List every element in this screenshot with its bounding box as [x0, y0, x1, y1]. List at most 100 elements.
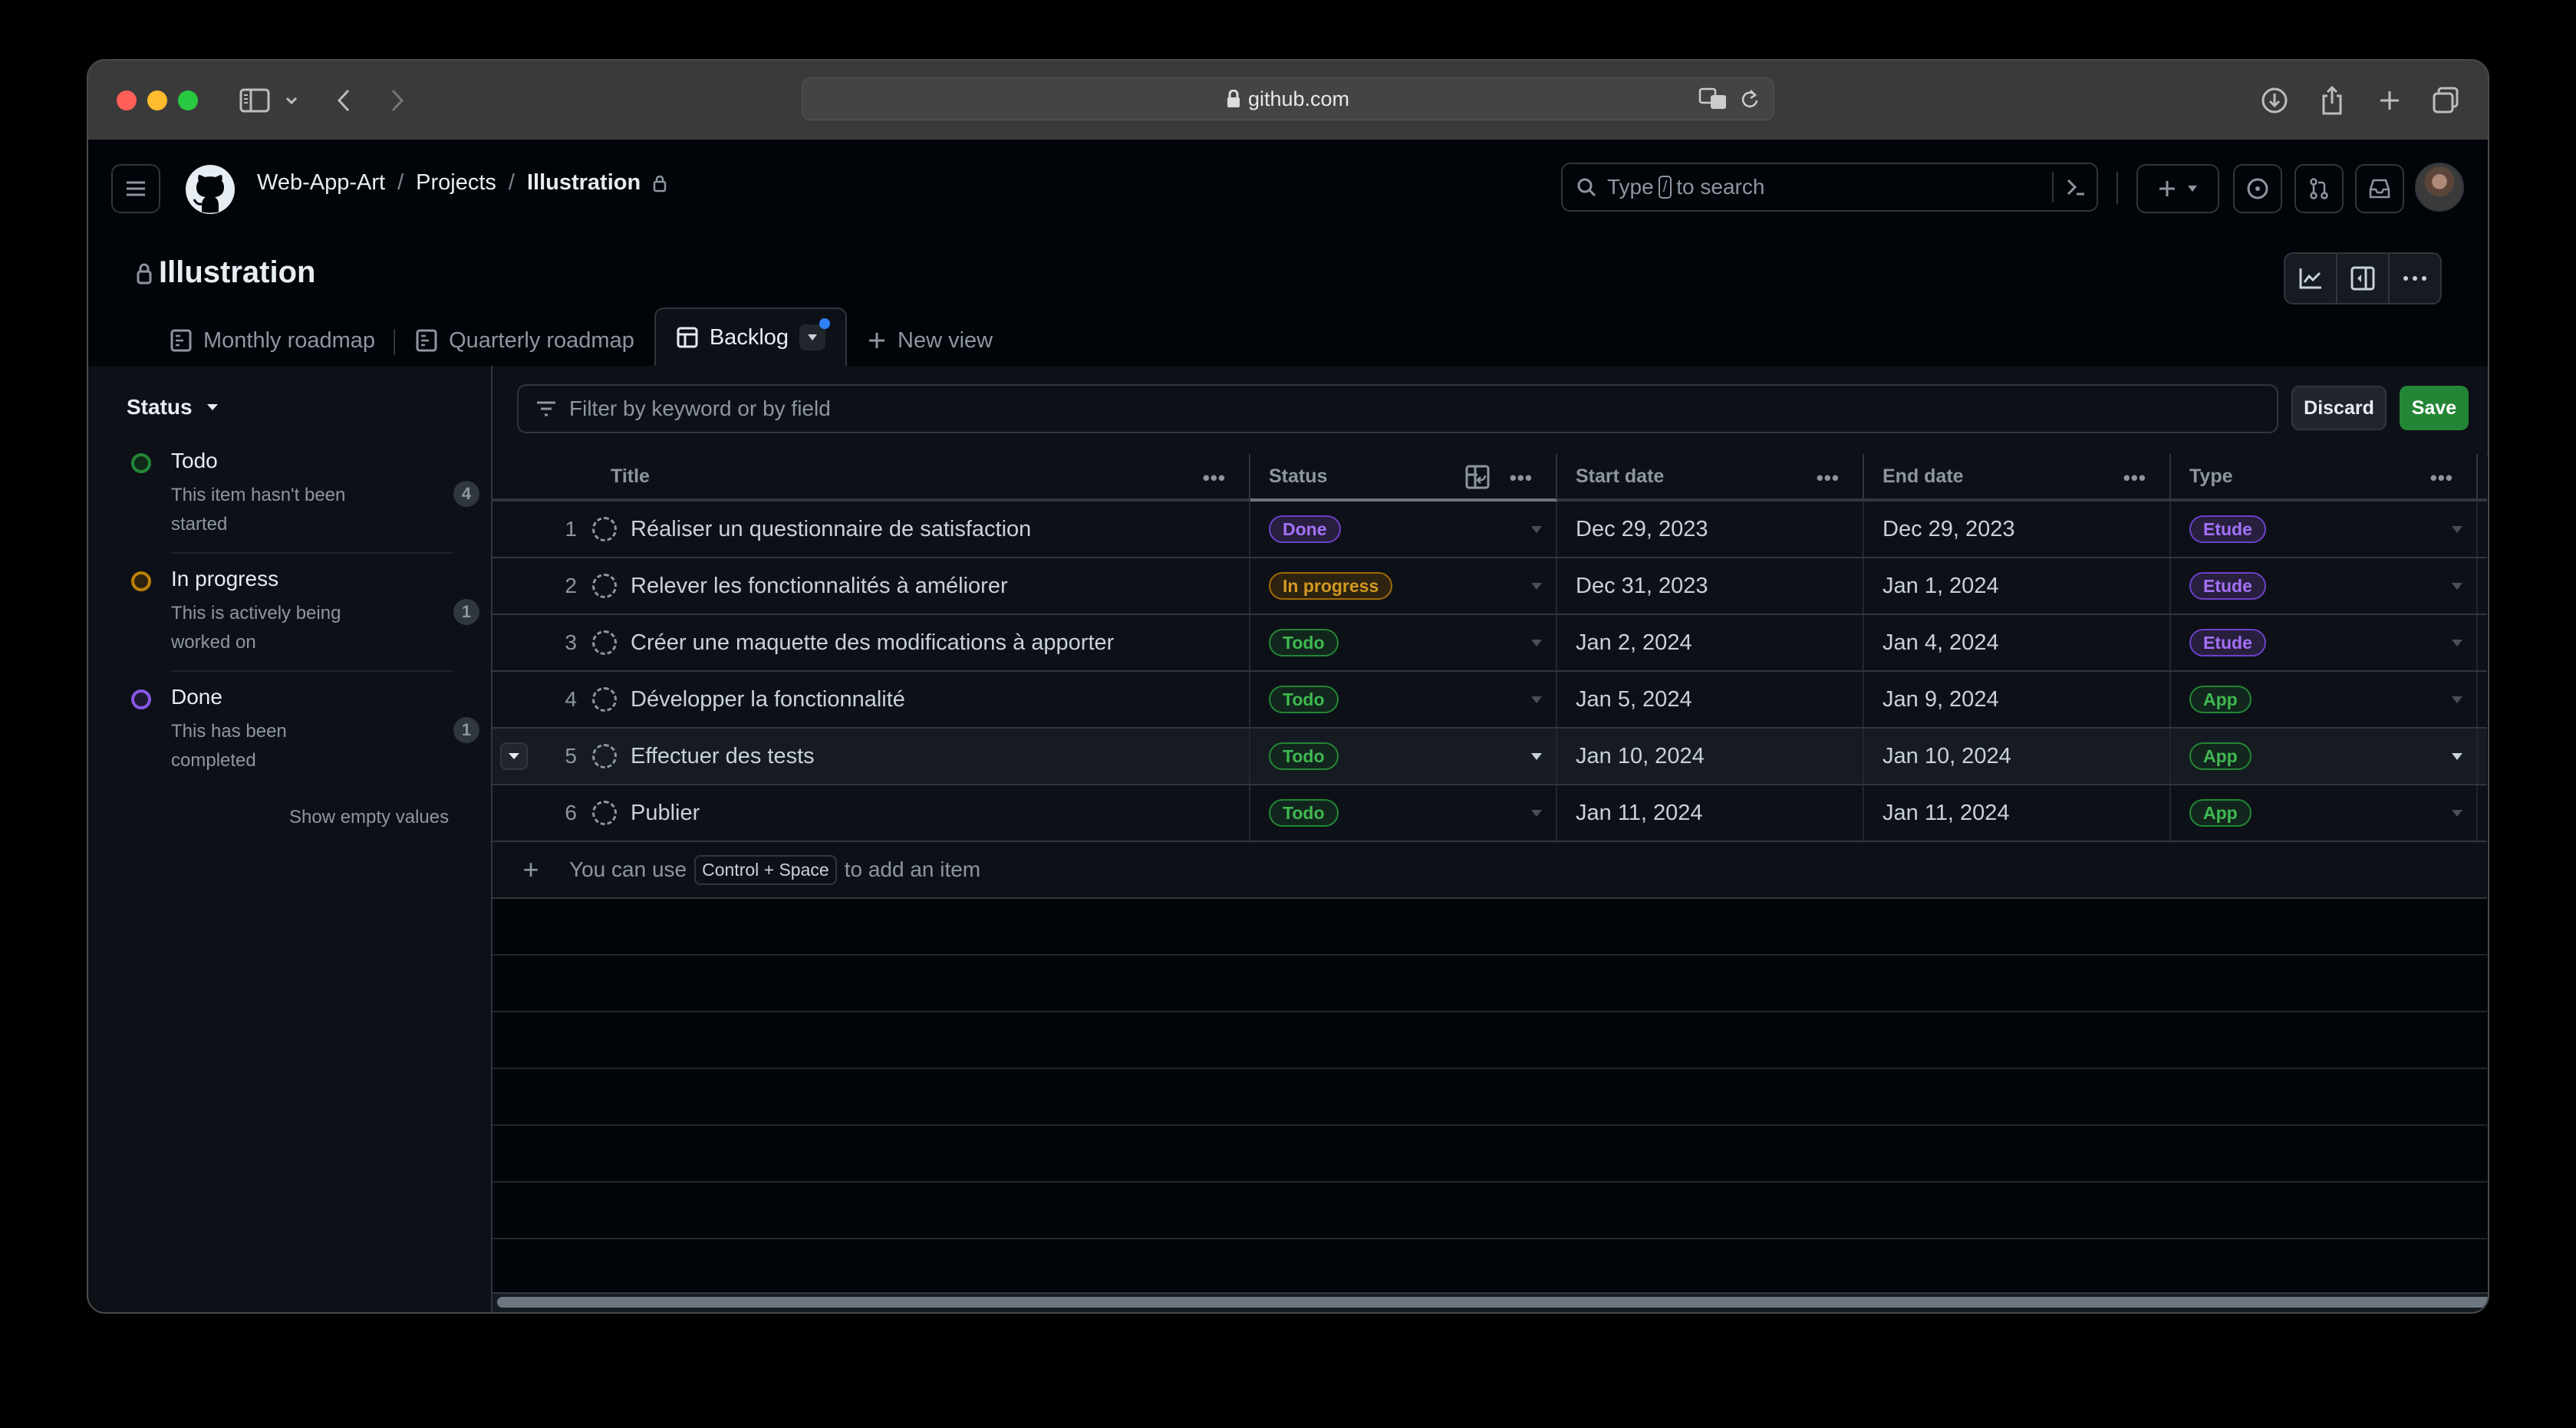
- command-palette-icon[interactable]: [2052, 172, 2086, 202]
- row-menu-button[interactable]: [500, 742, 528, 770]
- title-cell[interactable]: Développer la fonctionnalité: [592, 672, 1250, 727]
- tab-quarterly-roadmap[interactable]: Quarterly roadmap: [395, 314, 654, 367]
- reload-icon[interactable]: [1740, 87, 1760, 110]
- item-title[interactable]: Réaliser un questionnaire de satisfactio…: [631, 517, 1031, 542]
- create-new-button[interactable]: [2136, 164, 2219, 213]
- table-row[interactable]: 3 Créer une maquette des modifications à …: [492, 615, 2487, 672]
- title-cell[interactable]: Effectuer des tests: [592, 729, 1250, 784]
- add-item-row[interactable]: + You can use Control + Space to add an …: [492, 842, 2487, 899]
- caret-down-icon[interactable]: [1531, 696, 1542, 703]
- caret-down-icon[interactable]: [2452, 696, 2462, 703]
- title-cell[interactable]: Relever les fonctionnalités à améliorer: [592, 558, 1250, 614]
- type-cell[interactable]: Etude: [2171, 502, 2478, 557]
- column-header-end-date[interactable]: End date •••: [1864, 454, 2171, 498]
- horizontal-scrollbar[interactable]: [492, 1292, 2488, 1312]
- share-icon[interactable]: [2317, 84, 2347, 117]
- column-header-type[interactable]: Type •••: [2171, 454, 2478, 498]
- address-bar[interactable]: github.com: [802, 77, 1774, 120]
- minimize-window-button[interactable]: [147, 90, 167, 110]
- tab-backlog[interactable]: Backlog: [654, 308, 848, 367]
- github-logo-icon[interactable]: [185, 164, 236, 215]
- type-cell[interactable]: Etude: [2171, 615, 2478, 670]
- caret-down-icon[interactable]: [2452, 526, 2462, 533]
- new-tab-icon[interactable]: [2374, 84, 2405, 117]
- fullscreen-window-button[interactable]: [178, 90, 198, 110]
- caret-down-icon[interactable]: [2452, 810, 2462, 817]
- downloads-icon[interactable]: [2259, 84, 2290, 117]
- table-row[interactable]: 5 Effectuer des tests Todo Jan 10, 2024 Jan …: [492, 729, 2487, 785]
- menu-button[interactable]: [111, 164, 160, 213]
- type-cell[interactable]: App: [2171, 785, 2478, 841]
- tab-monthly-roadmap[interactable]: Monthly roadmap: [150, 314, 396, 367]
- type-cell[interactable]: App: [2171, 672, 2478, 727]
- project-more-button[interactable]: [2390, 254, 2440, 303]
- start-date-cell[interactable]: Jan 10, 2024: [1557, 729, 1864, 784]
- caret-down-icon[interactable]: [2452, 583, 2462, 590]
- filter-input[interactable]: Filter by keyword or by field: [517, 384, 2278, 433]
- sidebar-toggle-icon[interactable]: [238, 84, 272, 117]
- start-date-cell[interactable]: Jan 2, 2024: [1557, 615, 1864, 670]
- column-options-icon[interactable]: •••: [1203, 466, 1226, 490]
- show-empty-values-button[interactable]: Show empty values: [289, 807, 449, 828]
- status-cell[interactable]: Todo: [1250, 785, 1557, 841]
- column-options-icon[interactable]: •••: [1817, 466, 1840, 490]
- end-date-cell[interactable]: Jan 1, 2024: [1864, 558, 2171, 614]
- item-title[interactable]: Publier: [631, 801, 700, 826]
- item-title[interactable]: Créer une maquette des modifications à a…: [631, 630, 1114, 656]
- type-cell[interactable]: App: [2171, 729, 2478, 784]
- start-date-cell[interactable]: Jan 5, 2024: [1557, 672, 1864, 727]
- item-title[interactable]: Effectuer des tests: [631, 744, 815, 769]
- caret-down-icon[interactable]: [2452, 640, 2462, 647]
- close-window-button[interactable]: [117, 90, 137, 110]
- status-cell[interactable]: Todo: [1250, 672, 1557, 727]
- table-row[interactable]: 2 Relever les fonctionnalités à améliorer…: [492, 558, 2487, 615]
- breadcrumb-project[interactable]: Illustration: [527, 170, 641, 196]
- column-header-start-date[interactable]: Start date •••: [1557, 454, 1864, 498]
- title-cell[interactable]: Publier: [592, 785, 1250, 841]
- caret-down-icon[interactable]: [1531, 526, 1542, 533]
- column-header-title[interactable]: Title •••: [592, 454, 1250, 498]
- caret-down-icon[interactable]: [1531, 640, 1542, 647]
- inbox-button[interactable]: [2355, 164, 2404, 213]
- caret-down-icon[interactable]: [1531, 753, 1542, 760]
- item-title[interactable]: Développer la fonctionnalité: [631, 687, 905, 712]
- title-cell[interactable]: Créer une maquette des modifications à a…: [592, 615, 1250, 670]
- caret-down-icon[interactable]: [1531, 810, 1542, 817]
- insights-button[interactable]: [2285, 254, 2337, 303]
- type-cell[interactable]: Etude: [2171, 558, 2478, 614]
- column-options-icon[interactable]: •••: [1510, 466, 1533, 490]
- save-button[interactable]: Save: [2400, 386, 2469, 430]
- user-avatar[interactable]: [2415, 163, 2464, 212]
- group-by-dropdown[interactable]: Status: [127, 395, 219, 420]
- end-date-cell[interactable]: Jan 11, 2024: [1864, 785, 2171, 841]
- chevron-down-icon[interactable]: [282, 84, 301, 117]
- end-date-cell[interactable]: Dec 29, 2023: [1864, 502, 2171, 557]
- item-title[interactable]: Relever les fonctionnalités à améliorer: [631, 574, 1008, 599]
- group-by-icon[interactable]: [1465, 465, 1490, 489]
- title-cell[interactable]: Réaliser un questionnaire de satisfactio…: [592, 502, 1250, 557]
- new-view-button[interactable]: New view: [847, 314, 1013, 367]
- status-cell[interactable]: Todo: [1250, 615, 1557, 670]
- discard-button[interactable]: Discard: [2291, 386, 2387, 430]
- scrollbar-thumb[interactable]: [497, 1297, 2488, 1308]
- translate-icon[interactable]: [1698, 87, 1729, 110]
- issues-button[interactable]: [2233, 164, 2282, 213]
- search-input[interactable]: Type / to search: [1561, 163, 2098, 212]
- status-cell[interactable]: In progress: [1250, 558, 1557, 614]
- breadcrumb-org[interactable]: Web-App-Art: [257, 170, 385, 196]
- end-date-cell[interactable]: Jan 9, 2024: [1864, 672, 2171, 727]
- view-options-dropdown[interactable]: [799, 318, 831, 350]
- table-row[interactable]: 6 Publier Todo Jan 11, 2024 Jan 11, 2024 App: [492, 785, 2487, 842]
- status-cell[interactable]: Todo: [1250, 729, 1557, 784]
- column-options-icon[interactable]: •••: [2123, 466, 2146, 490]
- plus-icon[interactable]: +: [492, 854, 569, 886]
- pull-requests-button[interactable]: [2294, 164, 2344, 213]
- caret-down-icon[interactable]: [2452, 753, 2462, 760]
- status-cell[interactable]: Done: [1250, 502, 1557, 557]
- end-date-cell[interactable]: Jan 10, 2024: [1864, 729, 2171, 784]
- end-date-cell[interactable]: Jan 4, 2024: [1864, 615, 2171, 670]
- table-row[interactable]: 4 Développer la fonctionnalité Todo Jan 5, …: [492, 672, 2487, 729]
- back-icon[interactable]: [332, 84, 355, 117]
- start-date-cell[interactable]: Dec 31, 2023: [1557, 558, 1864, 614]
- tab-overview-icon[interactable]: [2430, 84, 2461, 117]
